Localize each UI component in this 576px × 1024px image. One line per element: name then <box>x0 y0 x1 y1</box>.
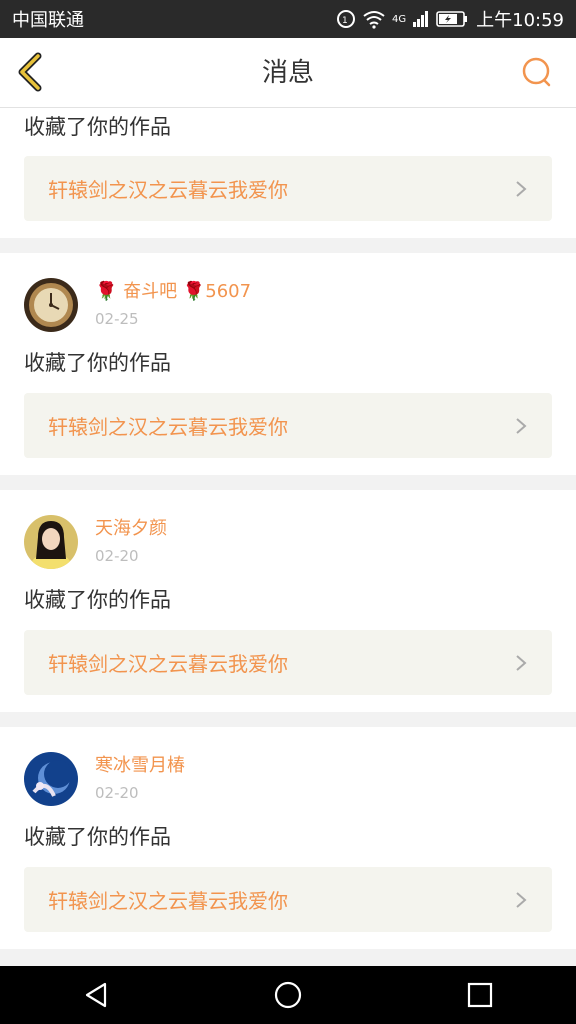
nav-recents-button[interactable] <box>450 966 510 1024</box>
moon-avatar[interactable] <box>24 752 78 806</box>
message-card: 🌹 奋斗吧 🌹5607 02-25 收藏了你的作品 轩辕剑之汉之云暮云我爱你 <box>0 253 576 475</box>
work-link[interactable]: 轩辕剑之汉之云暮云我爱你 <box>24 867 552 932</box>
nav-back-button[interactable] <box>66 966 126 1024</box>
user-name[interactable]: 寒冰雪月椿 <box>95 755 185 777</box>
work-link[interactable]: 轩辕剑之汉之云暮云我爱你 <box>24 393 552 458</box>
search-icon[interactable] <box>520 56 554 90</box>
square-recents-icon <box>467 982 493 1008</box>
work-title: 轩辕剑之汉之云暮云我爱你 <box>48 178 288 202</box>
action-text: 收藏了你的作品 <box>24 115 171 139</box>
action-text: 收藏了你的作品 <box>24 588 171 612</box>
status-icons: 1 4G <box>336 9 468 29</box>
triangle-back-icon <box>85 982 107 1008</box>
network-type: 4G <box>392 14 407 25</box>
message-date: 02-25 <box>95 310 139 328</box>
page-title: 消息 <box>261 58 314 88</box>
chevron-right-icon <box>516 417 527 434</box>
work-link[interactable]: 轩辕剑之汉之云暮云我爱你 <box>24 156 552 221</box>
user-name[interactable]: 🌹 奋斗吧 🌹5607 <box>95 281 251 303</box>
work-title: 轩辕剑之汉之云暮云我爱你 <box>48 415 288 439</box>
system-nav-bar <box>0 966 576 1024</box>
work-title: 轩辕剑之汉之云暮云我爱你 <box>48 652 288 676</box>
signal-icon <box>413 11 429 27</box>
message-card: 天海夕颜 02-20 收藏了你的作品 轩辕剑之汉之云暮云我爱你 <box>0 490 576 712</box>
svg-text:1: 1 <box>342 16 348 26</box>
clock-time: 上午10:59 <box>476 10 564 31</box>
action-text: 收藏了你的作品 <box>24 825 171 849</box>
work-link[interactable]: 轩辕剑之汉之云暮云我爱你 <box>24 630 552 695</box>
battery-icon <box>436 11 468 27</box>
carrier-name: 中国联通 <box>12 10 84 31</box>
status-bar: 中国联通 1 4G 上午10:59 <box>0 0 576 38</box>
message-date: 02-20 <box>95 784 139 802</box>
portrait-avatar[interactable] <box>24 515 78 569</box>
nav-home-button[interactable] <box>258 966 318 1024</box>
user-row[interactable]: 天海夕颜 02-20 <box>24 490 552 570</box>
message-card: 寒冰雪月椿 02-20 收藏了你的作品 轩辕剑之汉之云暮云我爱你 <box>0 727 576 949</box>
chevron-right-icon <box>516 180 527 197</box>
action-text: 收藏了你的作品 <box>24 351 171 375</box>
clock-avatar[interactable] <box>24 278 78 332</box>
user-row[interactable]: 🌹 奋斗吧 🌹5607 02-25 <box>24 253 552 333</box>
wifi-icon <box>363 11 385 29</box>
work-title: 轩辕剑之汉之云暮云我爱你 <box>48 889 288 913</box>
chevron-right-icon <box>516 891 527 908</box>
chevron-right-icon <box>516 654 527 671</box>
alarm-icon: 1 <box>337 10 355 28</box>
user-name[interactable]: 天海夕颜 <box>95 518 167 540</box>
message-list[interactable]: 收藏了你的作品 轩辕剑之汉之云暮云我爱你 🌹 奋斗吧 🌹5607 02-25 收… <box>0 108 576 966</box>
message-date: 02-20 <box>95 547 139 565</box>
circle-home-icon <box>274 981 302 1009</box>
user-row[interactable]: 寒冰雪月椿 02-20 <box>24 727 552 807</box>
message-card: 收藏了你的作品 轩辕剑之汉之云暮云我爱你 <box>0 108 576 238</box>
app-header: 消息 <box>0 38 576 108</box>
